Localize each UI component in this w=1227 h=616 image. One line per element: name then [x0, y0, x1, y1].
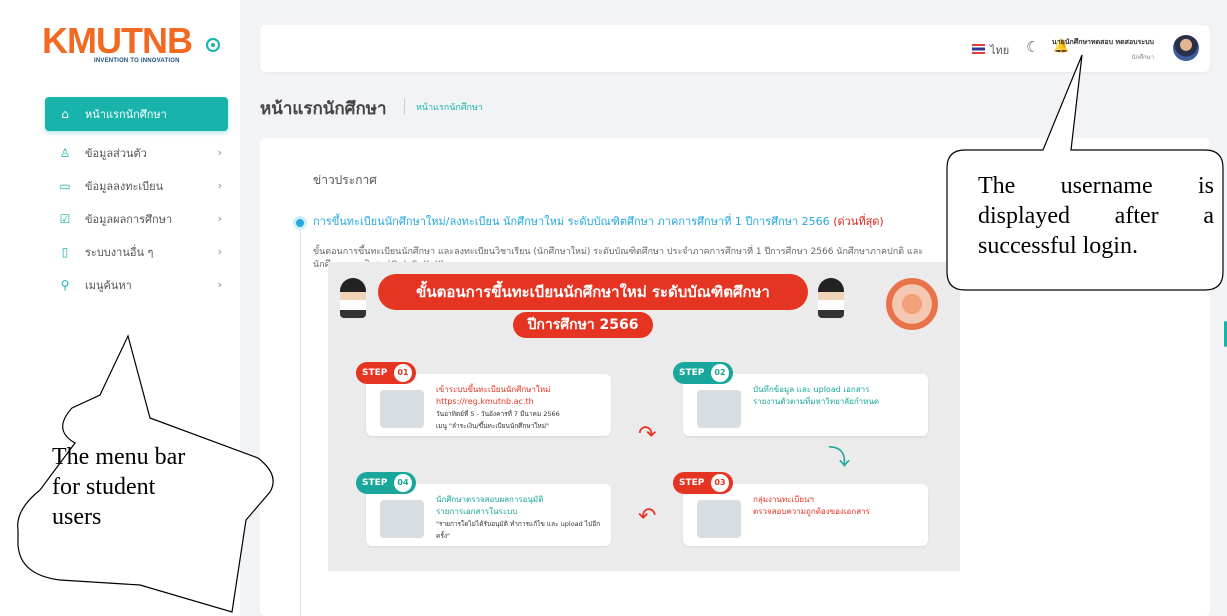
chevron-right-icon: › [217, 179, 222, 192]
step-number: 02 [711, 364, 729, 382]
title-divider [404, 98, 405, 115]
step-text: กลุ่มงานทะเบียนฯ ตรวจสอบความถูกต้องของเอ… [753, 495, 870, 516]
avatar[interactable] [1173, 35, 1199, 61]
step-card: STEP 01 เข้าระบบขึ้นทะเบียนนักศึกษาใหม่ h… [356, 362, 611, 436]
flow-arrow-icon: ↷ [638, 422, 657, 447]
user-menu[interactable]: นายนักศึกษาทดสอบ ทดสอบระบบ นักศึกษา [1052, 37, 1154, 62]
step-card: STEP 04 นักศึกษาตรวจสอบผลการอนุมัติ รายกา… [356, 472, 611, 546]
clipboard-icon: ▯ [61, 244, 69, 259]
menu-callout-text: The menu bar for student users [52, 444, 186, 530]
sidebar-item-registration[interactable]: ▭ ข้อมูลลงทะเบียน › [45, 170, 228, 201]
flow-arrow-icon: ↶ [638, 504, 657, 529]
step-text: นักศึกษาตรวจสอบผลการอนุมัติ รายการเอกสาร… [436, 495, 601, 540]
step-illustration [380, 390, 424, 428]
sidebar-item-other-systems[interactable]: ▯ ระบบงานอื่น ๆ › [45, 236, 228, 267]
step-card: STEP 02 บันทึกข้อมูล และ upload เอกสาร รา… [673, 362, 928, 436]
sidebar-item-label: หน้าแรกนักศึกษา [85, 108, 167, 121]
chevron-right-icon: › [217, 212, 222, 225]
university-seal-icon [886, 278, 938, 330]
chevron-right-icon: › [217, 146, 222, 159]
step-tag: STEP 01 [356, 362, 416, 384]
timeline-dot [293, 216, 307, 230]
user-icon: ♙ [59, 145, 71, 160]
step-tag: STEP 03 [673, 472, 733, 494]
student-illustration [340, 278, 366, 318]
sidebar-item-home[interactable]: ⌂ หน้าแรกนักศึกษา [45, 97, 228, 131]
sidebar-item-label: ข้อมูลผลการศึกษา [85, 212, 173, 226]
sidebar-toggle-icon[interactable] [206, 38, 220, 52]
sidebar-item-grades[interactable]: ☑ ข้อมูลผลการศึกษา › [45, 203, 228, 234]
step-card: STEP 03 กลุ่มงานทะเบียนฯ ตรวจสอบความถูกต้… [673, 472, 928, 546]
logo-brand: KMUTNB [42, 20, 193, 61]
user-role: นักศึกษา [1131, 54, 1155, 61]
step-number: 01 [394, 364, 412, 382]
announcement-poster[interactable]: ขั้นตอนการขึ้นทะเบียนนักศึกษาใหม่ ระดับบ… [328, 262, 960, 571]
step-tag: STEP 02 [673, 362, 733, 384]
sidebar-item-label: ข้อมูลส่วนตัว [85, 146, 147, 160]
dark-mode-icon[interactable]: ☾ [1026, 38, 1039, 56]
step-text: เข้าระบบขึ้นทะเบียนนักศึกษาใหม่ https://… [436, 385, 560, 430]
chevron-right-icon: › [217, 245, 222, 258]
logo-tagline: INVENTION TO INNOVATION [94, 58, 180, 64]
poster-year: ปีการศึกษา 2566 [513, 312, 653, 338]
home-icon: ⌂ [61, 107, 69, 121]
flow-arrow-icon: ⤵ [828, 446, 851, 471]
sidebar-item-label: ข้อมูลลงทะเบียน [85, 179, 164, 193]
language-selector[interactable]: ไทย [990, 41, 1009, 59]
main-content: ไทย ☾ 🔔 นายนักศึกษาทดสอบ ทดสอบระบบ นักศึ… [240, 0, 1227, 616]
urgent-label: (ด่วนที่สุด) [833, 215, 884, 228]
top-bar: ไทย ☾ 🔔 นายนักศึกษาทดสอบ ทดสอบระบบ นักศึ… [260, 25, 1210, 72]
page-title: หน้าแรกนักศึกษา [260, 99, 387, 119]
news-heading: ข่าวประกาศ [313, 173, 377, 187]
book-icon: ▭ [59, 178, 71, 193]
step-illustration [697, 390, 741, 428]
sidebar-item-label: เมนูค้นหา [85, 278, 132, 292]
poster-title: ขั้นตอนการขึ้นทะเบียนนักศึกษาใหม่ ระดับบ… [378, 274, 808, 310]
user-name: นายนักศึกษาทดสอบ ทดสอบระบบ [1051, 38, 1154, 46]
news-title-link[interactable]: การขึ้นทะเบียนนักศึกษาใหม่/ลงทะเบียน นัก… [313, 214, 953, 229]
news-title-text: การขึ้นทะเบียนนักศึกษาใหม่/ลงทะเบียน นัก… [313, 215, 830, 228]
username-callout-text: The username is displayed after a succes… [978, 173, 1214, 259]
step-illustration [380, 500, 424, 538]
check-square-icon: ☑ [59, 211, 71, 226]
step-illustration [697, 500, 741, 538]
search-icon: ⚲ [60, 277, 70, 292]
chevron-right-icon: › [217, 278, 222, 291]
sidebar-item-label: ระบบงานอื่น ๆ [85, 245, 154, 259]
step-number: 04 [394, 474, 412, 492]
step-number: 03 [711, 474, 729, 492]
kmutnb-logo[interactable]: KMUTNB INVENTION TO INNOVATION [42, 20, 193, 68]
breadcrumb[interactable]: หน้าแรกนักศึกษา [416, 100, 483, 114]
student-illustration [818, 278, 844, 318]
sidebar-item-search[interactable]: ⚲ เมนูค้นหา › [45, 269, 228, 300]
step-text: บันทึกข้อมูล และ upload เอกสาร รายงานตัว… [753, 385, 880, 406]
timeline-line [300, 222, 301, 616]
sidebar-menu: ⌂ หน้าแรกนักศึกษา ♙ ข้อมูลส่วนตัว › ▭ ข้… [45, 97, 228, 302]
step-tag: STEP 04 [356, 472, 416, 494]
sidebar-item-personal-info[interactable]: ♙ ข้อมูลส่วนตัว › [45, 137, 228, 168]
thai-flag-icon[interactable] [972, 44, 985, 54]
